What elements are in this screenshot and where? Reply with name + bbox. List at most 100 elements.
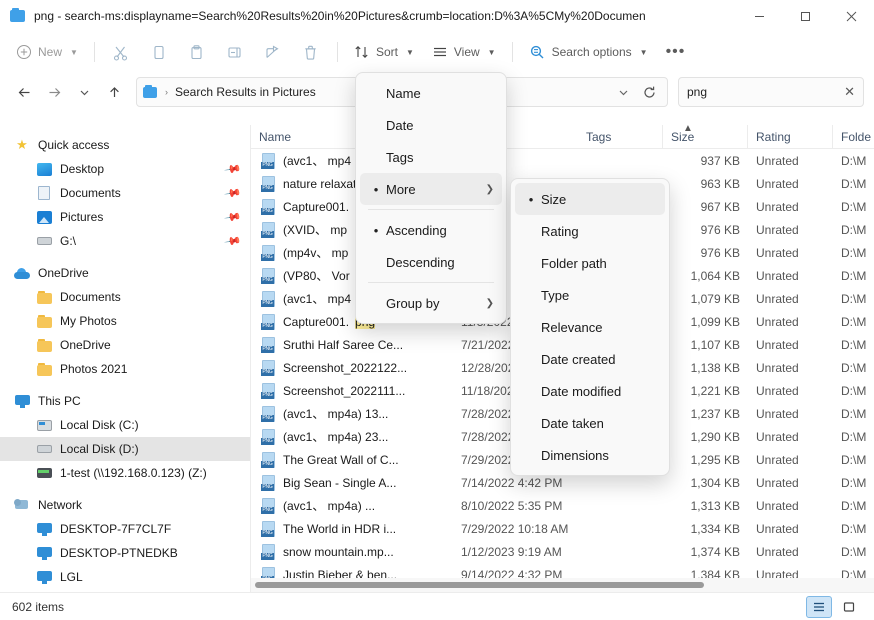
sort-menu-item-ascending[interactable]: • Ascending bbox=[360, 214, 502, 246]
more-submenu-item-dimensions[interactable]: Dimensions bbox=[515, 439, 665, 471]
sidebar-item-desktop[interactable]: Desktop 📌 bbox=[0, 157, 250, 181]
file-name-cell[interactable]: PNG(avc1、 mp4a) 13... bbox=[251, 405, 453, 422]
sidebar-item-network-drive-z[interactable]: 1-test (\\192.168.0.123) (Z:) bbox=[0, 461, 250, 485]
sidebar-item-label: Network bbox=[38, 498, 82, 512]
more-submenu-item-rating[interactable]: Rating bbox=[515, 215, 665, 247]
search-box[interactable]: png ✕ bbox=[678, 77, 864, 107]
recent-locations-button[interactable] bbox=[70, 78, 98, 106]
overflow-button[interactable]: ••• bbox=[658, 37, 694, 67]
file-folder-cell: D:\M bbox=[833, 430, 874, 444]
sidebar-item-label: DESKTOP-7F7CL7F bbox=[60, 522, 171, 536]
more-submenu-item-type[interactable]: Type bbox=[515, 279, 665, 311]
share-button[interactable] bbox=[255, 37, 291, 67]
file-name-cell[interactable]: PNGThe Great Wall of C... bbox=[251, 452, 453, 468]
table-row[interactable]: PNG(avc1、 mp4937 KBUnratedD:\M bbox=[251, 149, 874, 172]
file-name-cell[interactable]: PNGScreenshot_2022111... bbox=[251, 383, 453, 399]
table-row[interactable]: PNGJustin Bieber & ben...9/14/2022 4:32 … bbox=[251, 563, 874, 578]
more-submenu-label: Date created bbox=[541, 352, 615, 367]
sidebar-item-pictures[interactable]: Pictures 📌 bbox=[0, 205, 250, 229]
file-folder-cell: D:\M bbox=[833, 361, 874, 375]
sidebar-item-my-photos[interactable]: My Photos bbox=[0, 309, 250, 333]
more-submenu-item-date-taken[interactable]: Date taken bbox=[515, 407, 665, 439]
sort-menu-item-more[interactable]: • More ❯ bbox=[360, 173, 502, 205]
view-button[interactable]: View ▼ bbox=[424, 37, 504, 67]
bullet-icon: • bbox=[366, 223, 386, 238]
sort-menu-item-tags[interactable]: Tags bbox=[360, 141, 502, 173]
file-name-cell[interactable]: PNG(avc1、 mp4a) 23... bbox=[251, 428, 453, 445]
file-name-cell[interactable]: PNGThe World in HDR i... bbox=[251, 521, 453, 537]
sort-menu-item-group-by[interactable]: Group by ❯ bbox=[360, 287, 502, 319]
file-name-label: (avc1、 mp4 bbox=[283, 152, 351, 169]
scrollbar-thumb[interactable] bbox=[255, 582, 704, 588]
file-name-cell[interactable]: PNGSruthi Half Saree Ce... bbox=[251, 337, 453, 353]
window-title: png - search-ms:displayname=Search%20Res… bbox=[34, 9, 646, 23]
sort-menu-item-descending[interactable]: Descending bbox=[360, 246, 502, 278]
back-button[interactable] bbox=[10, 78, 38, 106]
details-view-button[interactable] bbox=[806, 596, 832, 618]
cut-button[interactable] bbox=[103, 37, 139, 67]
plus-circle-icon bbox=[16, 44, 32, 60]
forward-button[interactable] bbox=[40, 78, 68, 106]
sidebar-item-network[interactable]: Network bbox=[0, 493, 250, 517]
sidebar-item-onedrive-folder[interactable]: OneDrive bbox=[0, 333, 250, 357]
sort-menu-item-name[interactable]: Name bbox=[360, 77, 502, 109]
more-submenu-item-size[interactable]: • Size bbox=[515, 183, 665, 215]
pin-icon[interactable]: 📌 bbox=[224, 184, 243, 203]
breadcrumb[interactable]: Search Results in Pictures bbox=[175, 85, 316, 99]
clear-search-icon[interactable]: ✕ bbox=[844, 84, 855, 100]
close-button[interactable] bbox=[828, 0, 874, 32]
up-button[interactable] bbox=[100, 78, 128, 106]
pin-icon[interactable]: 📌 bbox=[224, 232, 243, 251]
sort-menu-label: Tags bbox=[386, 150, 413, 165]
rename-button[interactable] bbox=[217, 37, 253, 67]
sidebar-item-onedrive[interactable]: OneDrive bbox=[0, 261, 250, 285]
sidebar-item-photos-2021[interactable]: Photos 2021 bbox=[0, 357, 250, 381]
search-input[interactable]: png bbox=[687, 85, 844, 99]
sort-menu-label: Ascending bbox=[386, 223, 447, 238]
new-button[interactable]: New ▼ bbox=[8, 37, 86, 67]
sidebar-item-documents[interactable]: Documents 📌 bbox=[0, 181, 250, 205]
horizontal-scrollbar[interactable] bbox=[251, 578, 874, 592]
file-name-cell[interactable]: PNG(avc1、 mp4a) ... bbox=[251, 497, 453, 514]
file-name-cell[interactable]: PNGJustin Bieber & ben... bbox=[251, 567, 453, 579]
more-submenu-item-date-modified[interactable]: Date modified bbox=[515, 375, 665, 407]
sidebar-item-this-pc[interactable]: This PC bbox=[0, 389, 250, 413]
file-name-cell[interactable]: PNGBig Sean - Single A... bbox=[251, 475, 453, 491]
table-row[interactable]: PNG(avc1、 mp4a) ...8/10/2022 5:35 PM1,31… bbox=[251, 494, 874, 517]
more-submenu-item-date-created[interactable]: Date created bbox=[515, 343, 665, 375]
refresh-button[interactable] bbox=[637, 79, 661, 105]
more-submenu-item-folder-path[interactable]: Folder path bbox=[515, 247, 665, 279]
large-icons-view-button[interactable] bbox=[836, 596, 862, 618]
file-name-cell[interactable]: PNGsnow mountain.mp... bbox=[251, 544, 453, 560]
pin-icon[interactable]: 📌 bbox=[224, 160, 243, 179]
more-submenu-item-relevance[interactable]: Relevance bbox=[515, 311, 665, 343]
sidebar-item-local-disk-d[interactable]: Local Disk (D:) bbox=[0, 437, 250, 461]
column-header-folder[interactable]: Folde bbox=[833, 125, 874, 149]
delete-button[interactable] bbox=[293, 37, 329, 67]
refresh-icon bbox=[642, 85, 657, 100]
minimize-button[interactable] bbox=[736, 0, 782, 32]
search-options-button[interactable]: Search options ▼ bbox=[521, 37, 656, 67]
documents-icon bbox=[36, 185, 52, 201]
sidebar-item-desktop-7f7cl7f[interactable]: DESKTOP-7F7CL7F bbox=[0, 517, 250, 541]
column-header-tags[interactable]: Tags bbox=[578, 125, 663, 149]
sort-button[interactable]: Sort ▼ bbox=[346, 37, 422, 67]
file-name-cell[interactable]: PNGScreenshot_2022122... bbox=[251, 360, 453, 376]
sidebar-item-local-disk-c[interactable]: Local Disk (C:) bbox=[0, 413, 250, 437]
column-header-rating[interactable]: Rating bbox=[748, 125, 833, 149]
pin-icon[interactable]: 📌 bbox=[224, 208, 243, 227]
paste-button[interactable] bbox=[179, 37, 215, 67]
sidebar-item-desktop-ptnedkb[interactable]: DESKTOP-PTNEDKB bbox=[0, 541, 250, 565]
address-dropdown-button[interactable] bbox=[611, 79, 635, 105]
sort-menu-item-date[interactable]: Date bbox=[360, 109, 502, 141]
sidebar-item-g-drive[interactable]: G:\ 📌 bbox=[0, 229, 250, 253]
sidebar-item-onedrive-documents[interactable]: Documents bbox=[0, 285, 250, 309]
sidebar-item-quick-access[interactable]: ★ Quick access bbox=[0, 133, 250, 157]
table-row[interactable]: PNGThe World in HDR i...7/29/2022 10:18 … bbox=[251, 517, 874, 540]
copy-button[interactable] bbox=[141, 37, 177, 67]
table-row[interactable]: PNGsnow mountain.mp...1/12/2023 9:19 AM1… bbox=[251, 540, 874, 563]
maximize-button[interactable] bbox=[782, 0, 828, 32]
sidebar-item-lgl[interactable]: LGL bbox=[0, 565, 250, 589]
column-header-size[interactable]: ▲ Size bbox=[663, 125, 748, 149]
file-rating-cell: Unrated bbox=[748, 177, 833, 191]
